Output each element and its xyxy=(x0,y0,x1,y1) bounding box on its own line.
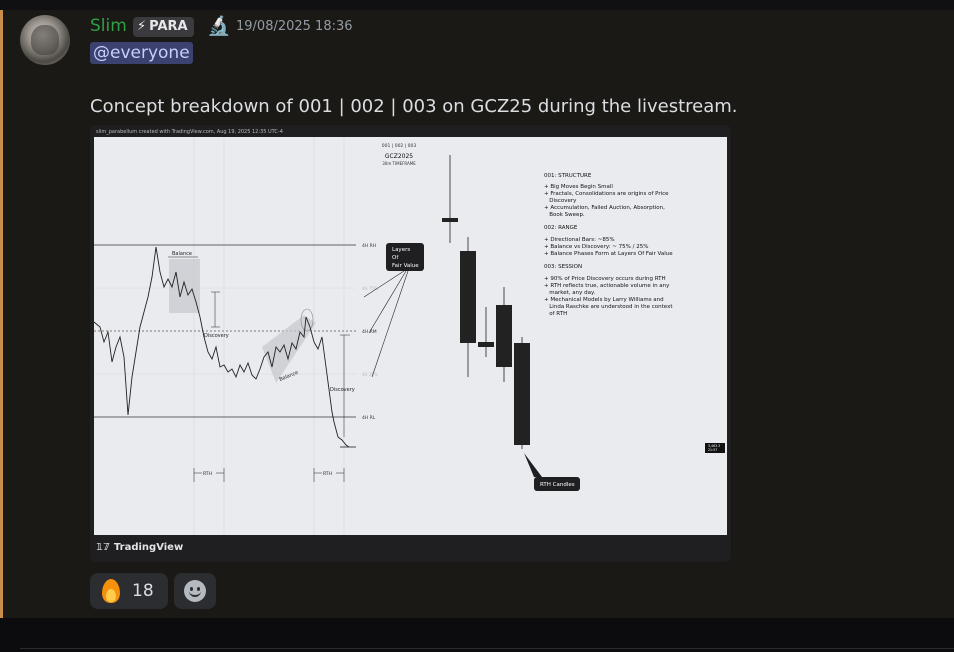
rh-label: 4H RH xyxy=(362,243,376,249)
image-attachment[interactable]: slim_parabellum created with TradingView… xyxy=(90,125,731,562)
structure-item: Book Sweep. xyxy=(544,212,585,218)
chart-title: GCZ2025 xyxy=(385,153,413,160)
chart-subtitle: 30m TIMEFRAME xyxy=(382,161,416,166)
top-bar xyxy=(0,0,954,10)
author-name[interactable]: Slim xyxy=(90,16,127,36)
user-avatar[interactable] xyxy=(20,15,70,65)
message-text: Concept breakdown of 001 | 002 | 003 on … xyxy=(90,96,738,117)
rth-candles-label: RTH Candles xyxy=(540,482,575,488)
range-title: 002: RANGE xyxy=(544,225,578,231)
fire-icon xyxy=(100,579,122,603)
layers-label-3: Fair Value xyxy=(392,263,419,269)
structure-item: + Big Moves Begin Small xyxy=(544,184,613,190)
structure-title: 001: STRUCTURE xyxy=(544,173,592,179)
reactions-bar: 18 xyxy=(90,573,216,609)
session-item: + RTH reflects true, actionable volume i… xyxy=(544,283,670,289)
microscope-icon[interactable]: 🔬 xyxy=(207,14,231,37)
rth-label-1: RTH xyxy=(203,471,212,477)
session-item: + 90% of Price Discovery occurs during R… xyxy=(544,276,666,282)
session-title: 003: SESSION xyxy=(544,264,582,270)
tradingview-icon: 𝟙𝟟 xyxy=(96,542,110,553)
fire-reaction-button[interactable]: 18 xyxy=(90,573,168,609)
layers-label-2: Of xyxy=(392,255,399,261)
role-badge[interactable]: ⚡ PARA xyxy=(133,17,194,37)
range-item: + Balance Phases Form at Layers Of Fair … xyxy=(544,251,673,257)
lightning-icon: ⚡ xyxy=(137,19,147,34)
bottom-area xyxy=(0,618,954,652)
chart-image[interactable]: 4H RH 4H RM 4H RL 4H 75% 4H 25% Balance … xyxy=(94,137,727,535)
range-item: + Directional Bars: ~85% xyxy=(544,237,615,243)
session-item: of RTH xyxy=(544,311,567,317)
structure-item: + Accumulation, Failed Auction, Absorpti… xyxy=(544,205,665,211)
lower-faint-label: 4H 25% xyxy=(362,372,378,377)
structure-item: Discovery xyxy=(544,198,577,204)
message-timestamp[interactable]: 19/08/2025 18:36 xyxy=(236,19,353,34)
structure-item: + Fractals, Consolidations are origins o… xyxy=(544,191,669,197)
range-item: + Balance vs Discovery: ~ 75% / 25% xyxy=(544,244,648,250)
everyone-mention[interactable]: @everyone xyxy=(90,42,193,64)
discovery-label-2: Discovery xyxy=(330,387,355,393)
add-reaction-button[interactable] xyxy=(174,573,216,609)
reaction-count: 18 xyxy=(132,581,154,601)
tradingview-label: TradingView xyxy=(113,542,184,553)
tradingview-logo[interactable]: 𝟙𝟟 TradingView xyxy=(96,542,183,553)
rth-label-2: RTH xyxy=(323,471,332,477)
role-badge-label: PARA xyxy=(149,19,188,34)
discovery-label-1: Discovery xyxy=(204,333,229,339)
price-tag-time: 21:57 xyxy=(708,448,717,452)
session-item: Linda Raschke are understood in the cont… xyxy=(544,304,673,310)
smiley-icon xyxy=(184,580,206,602)
upper-faint-label: 4H 75% xyxy=(362,286,378,291)
session-item: market, any day. xyxy=(544,290,595,296)
session-item: + Mechanical Models by Larry Williams an… xyxy=(544,297,664,303)
balance-label-1: Balance xyxy=(172,251,192,257)
chart-svg: 4H RH 4H RM 4H RL 4H 75% 4H 25% Balance … xyxy=(94,137,725,535)
layers-label-1: Layers xyxy=(392,247,410,253)
chart-header: 001 | 002 | 003 xyxy=(382,143,417,149)
rl-label: 4H RL xyxy=(362,415,376,421)
chart-credit: slim_parabellum created with TradingView… xyxy=(96,129,283,135)
